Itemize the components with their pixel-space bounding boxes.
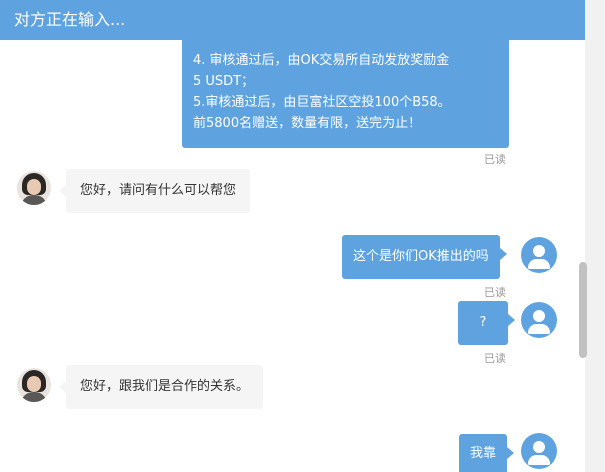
message-text: 这个是你们OK推出的吗	[353, 249, 489, 264]
outgoing-message-bubble: 这个是你们OK推出的吗	[342, 235, 507, 279]
announcement-line-4: 前5800名赠送，数量有限，送完为止！	[193, 116, 422, 131]
agent-avatar	[17, 368, 51, 402]
incoming-message-bubble: 您好，请问有什么可以帮您	[58, 169, 251, 213]
message-text: ?	[479, 315, 487, 330]
scrollbar-track[interactable]	[585, 0, 605, 472]
agent-avatar	[17, 171, 51, 205]
announcement-bubble: 4. 审核通过后，由OK交易所自动发放奖励金 5 USDT； 5.审核通过后，由…	[182, 22, 509, 148]
chat-scroll-area[interactable]: 4. 审核通过后，由OK交易所自动发放奖励金 5 USDT； 5.审核通过后，由…	[0, 0, 585, 472]
typing-status: 对方正在输入...	[14, 10, 126, 29]
message-text: 您好，请问有什么可以帮您	[80, 183, 237, 198]
announcement-line-2: 5 USDT；	[193, 74, 255, 89]
message-text: 我靠	[470, 446, 497, 461]
read-status: 已读	[484, 153, 506, 166]
user-avatar-icon	[521, 302, 557, 338]
message-text: 您好，跟我们是合作的关系。	[80, 379, 250, 394]
read-status: 已读	[484, 286, 506, 299]
outgoing-message-bubble: 我靠	[459, 434, 515, 472]
read-status: 已读	[484, 352, 506, 365]
chat-header: 对方正在输入...	[0, 0, 585, 40]
user-avatar-icon	[521, 237, 557, 273]
announcement-line-3: 5.审核通过后，由巨富社区空投100个B58。	[193, 95, 451, 110]
outgoing-message-bubble: ?	[458, 301, 515, 345]
announcement-line-1: 4. 审核通过后，由OK交易所自动发放奖励金	[193, 53, 450, 68]
user-avatar-icon	[521, 433, 557, 469]
scrollbar-thumb[interactable]	[579, 262, 587, 358]
incoming-message-bubble: 您好，跟我们是合作的关系。	[58, 365, 264, 409]
